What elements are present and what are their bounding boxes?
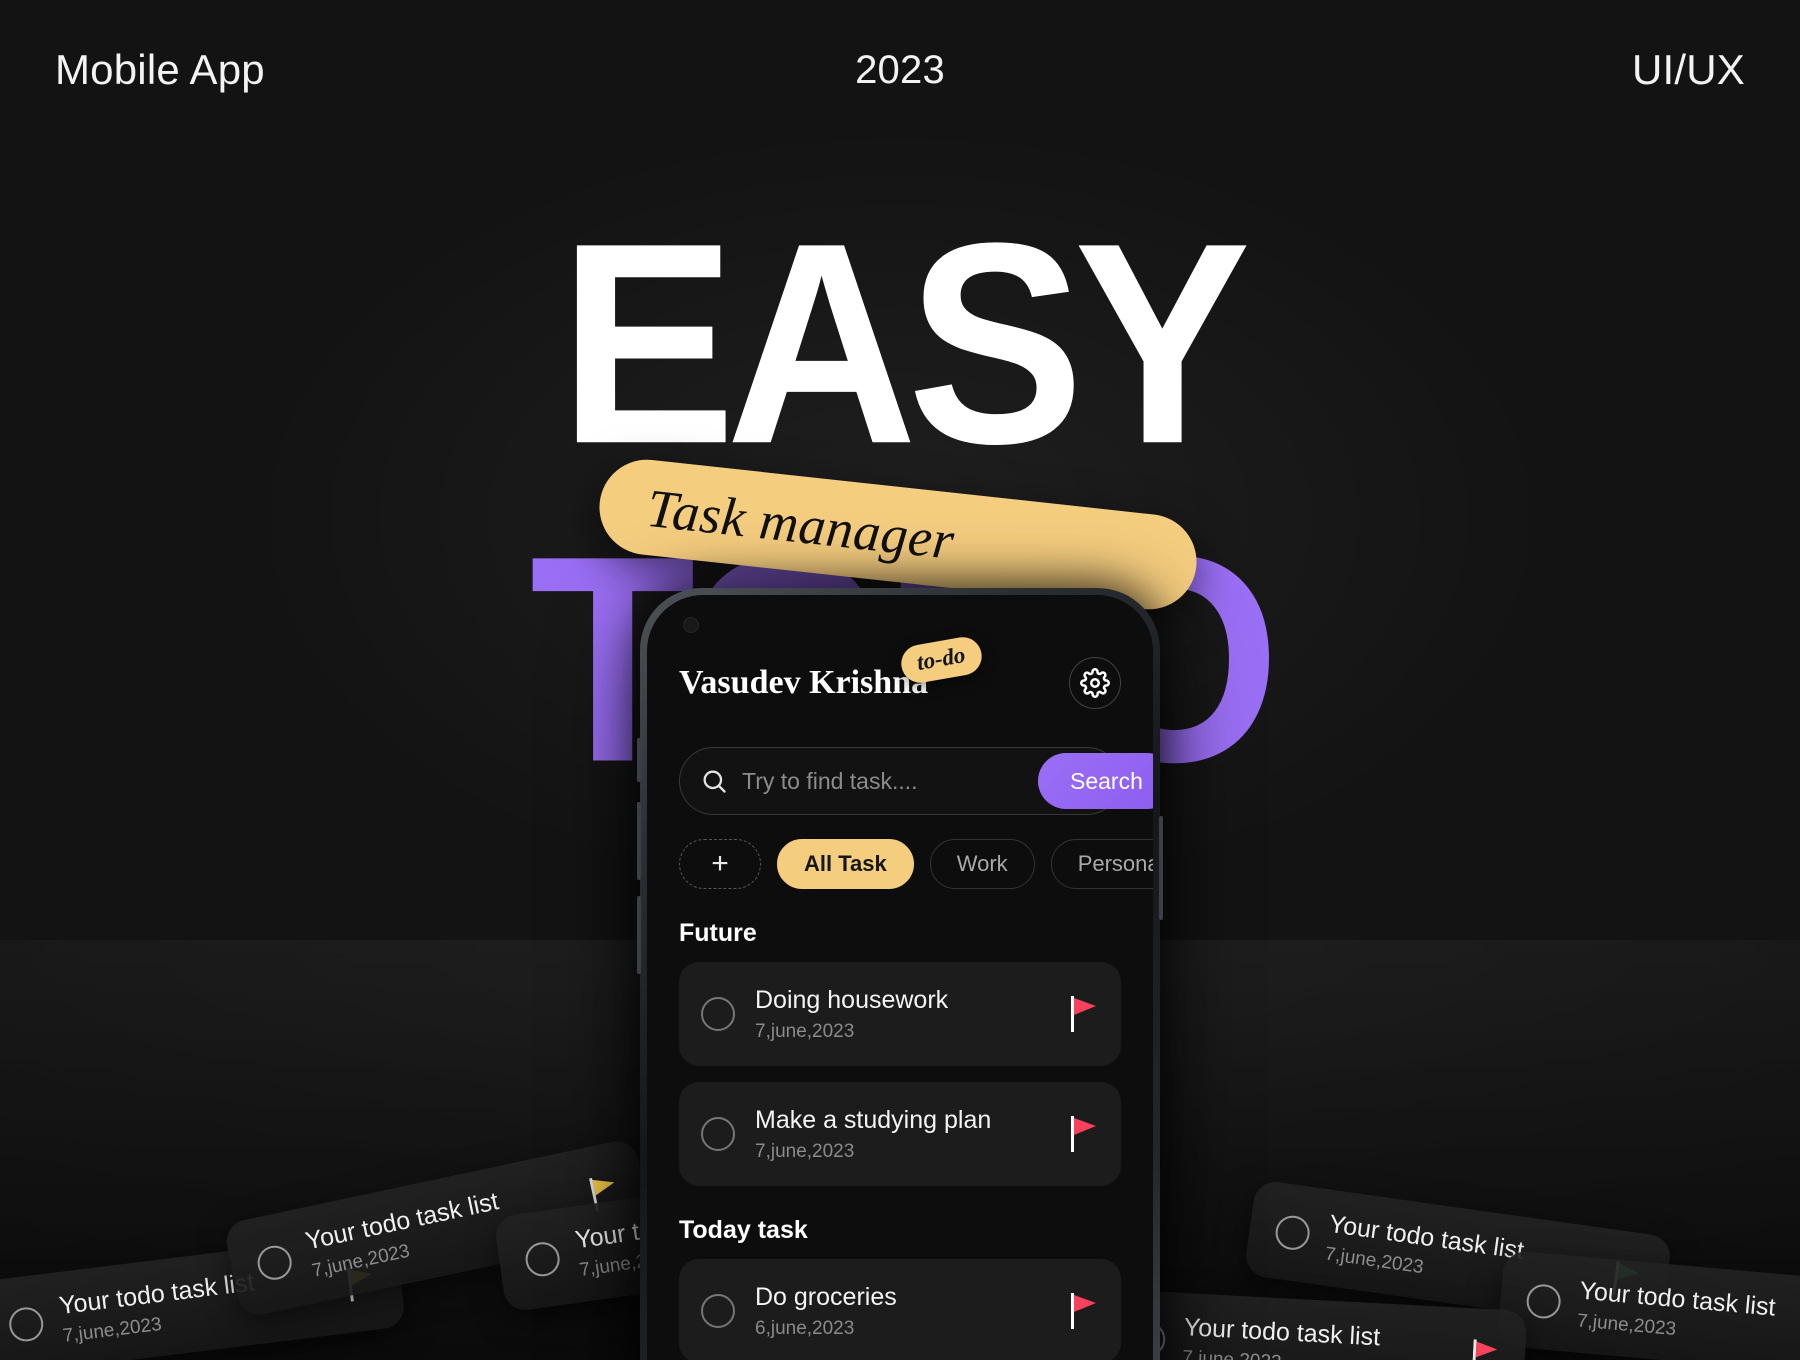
checkbox-circle-icon	[254, 1242, 295, 1283]
task-body: Make a studying plan 7,june,2023	[755, 1106, 1055, 1163]
task-date: 7,june,2023	[755, 1140, 855, 1162]
task-row[interactable]: Make a studying plan 7,june,2023	[679, 1082, 1121, 1186]
search-bar[interactable]: Search	[679, 747, 1153, 815]
topbar-right-label: UI/UX	[1631, 46, 1745, 93]
topbar-left: Mobile App	[55, 46, 265, 94]
priority-flag-icon[interactable]	[1071, 1116, 1099, 1152]
topbar-year-label: 2023	[855, 47, 945, 92]
search-input[interactable]	[742, 767, 1038, 795]
checkbox-circle-icon	[1525, 1283, 1563, 1320]
topbar-right: UI/UX	[1632, 46, 1745, 94]
task-body: Doing housework 7,june,2023	[755, 986, 1055, 1043]
app-username: Vasudev Krishna	[679, 664, 929, 701]
chip-work[interactable]: Work	[929, 839, 1035, 889]
add-category-button[interactable]: +	[679, 839, 761, 889]
phone-button-power	[1159, 816, 1163, 920]
checkbox-circle-icon	[7, 1305, 46, 1344]
phone-button-volume-down	[637, 896, 641, 974]
hero-word-easy: EASY	[559, 184, 1251, 504]
poster-topbar: Mobile App 2023 UI/UX	[0, 0, 1800, 140]
settings-button[interactable]	[1069, 657, 1121, 709]
task-row[interactable]: Do groceries 6,june,2023	[679, 1259, 1121, 1360]
priority-flag-icon[interactable]	[1071, 1293, 1099, 1329]
poster-stage: Mobile App 2023 UI/UX EASY TODO Your tod…	[0, 0, 1800, 1360]
background-card-body: Your todo task list 7,june,2023	[1182, 1313, 1457, 1360]
phone-button-volume-up	[637, 802, 641, 880]
task-row[interactable]: Doing housework 7,june,2023	[679, 962, 1121, 1066]
filter-chip-row: + All Task Work Personal	[679, 839, 1153, 889]
background-card-body: Your todo task list 7,june,2023	[1576, 1277, 1800, 1356]
topbar-left-label: Mobile App	[55, 46, 265, 93]
task-checkbox[interactable]	[701, 997, 735, 1031]
app-header: Vasudev Krishna to-do	[679, 634, 1121, 709]
task-body: Do groceries 6,june,2023	[755, 1283, 1055, 1340]
section-title-today: Today task	[679, 1216, 808, 1244]
app-viewport: Vasudev Krishna to-do Try to find task..…	[647, 595, 1153, 1360]
phone-mockup: Vasudev Krishna to-do Try to find task..…	[637, 588, 1163, 1360]
task-title: Make a studying plan	[755, 1105, 992, 1134]
chip-all-task[interactable]: All Task	[777, 839, 914, 889]
task-date: 6,june,2023	[755, 1317, 855, 1339]
task-checkbox[interactable]	[701, 1117, 735, 1151]
gear-icon	[1080, 668, 1110, 698]
flag-icon	[1471, 1339, 1500, 1360]
phone-screen: Vasudev Krishna to-do Try to find task..…	[647, 595, 1153, 1360]
checkbox-circle-icon	[523, 1240, 562, 1279]
search-icon	[703, 770, 726, 793]
task-date: 7,june,2023	[755, 1020, 855, 1042]
todo-badge: to-do	[898, 634, 985, 686]
background-task-card: Your todo task list 7,june,2023	[1496, 1249, 1800, 1360]
task-checkbox[interactable]	[701, 1294, 735, 1328]
checkbox-circle-icon	[1273, 1213, 1312, 1252]
task-title: Do groceries	[755, 1282, 897, 1311]
search-button[interactable]: Search	[1038, 753, 1153, 809]
chip-personal[interactable]: Personal	[1050, 839, 1153, 889]
section-title-future: Future	[679, 919, 757, 947]
task-title: Doing housework	[755, 985, 949, 1014]
camera-punchhole-icon	[683, 617, 699, 633]
topbar-center: 2023	[855, 48, 945, 93]
priority-flag-icon[interactable]	[1071, 996, 1099, 1032]
phone-button-mute	[637, 738, 641, 782]
